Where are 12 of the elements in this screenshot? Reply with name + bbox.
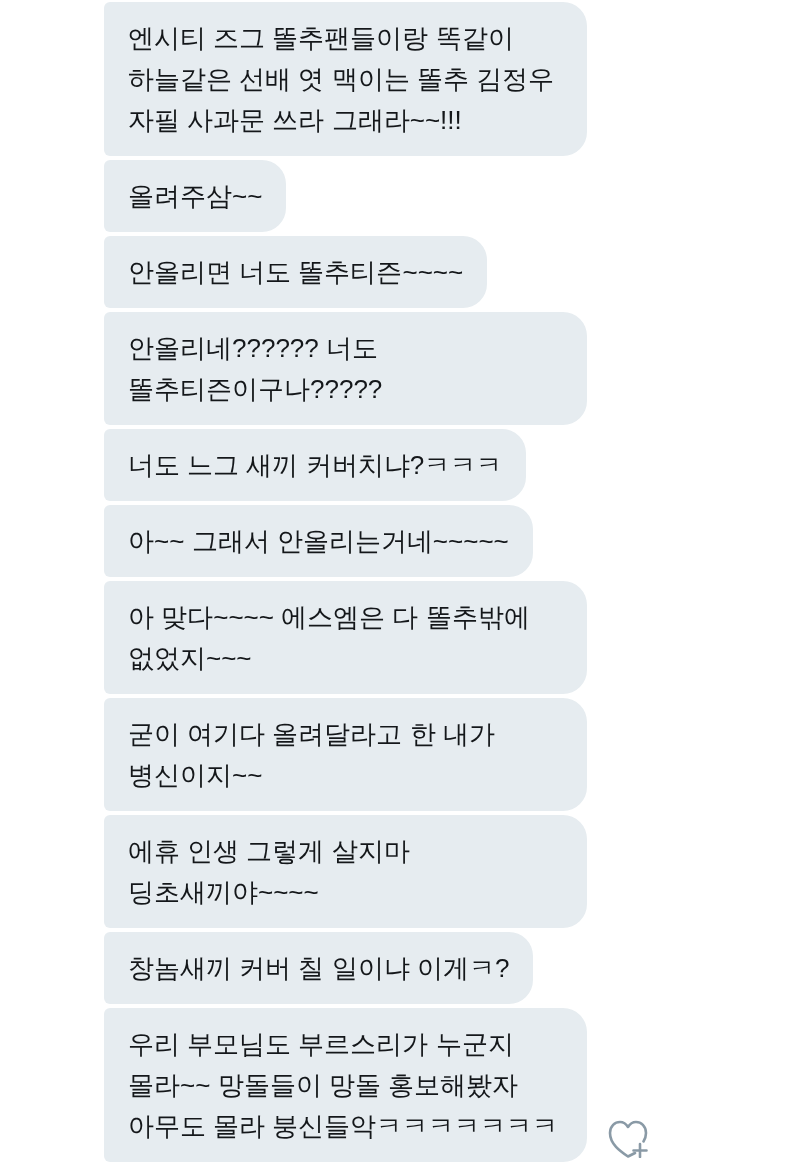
message-bubble: 올려주삼~~: [104, 160, 287, 232]
message-bubble: 우리 부모님도 부르스리가 누군지 몰라~~ 망돌들이 망돌 홍보해봤자 아무도 몰라 붕신들악ㅋㅋㅋㅋㅋㅋㅋ: [104, 1008, 587, 1162]
message-bubble: 엔시티 즈그 똘추팬들이랑 똑같이 하늘같은 선배 엿 맥이는 똘추 김정우 자필 사과문 쓰라 그래라~~!!!: [104, 2, 587, 156]
message-bubble: 안올리면 너도 똘추티즌~~~~: [104, 236, 488, 308]
message-bubble: 굳이 여기다 올려달라고 한 내가 병신이지~~: [104, 698, 587, 811]
message-bubble: 아 맞다~~~~ 에스엠은 다 똘추밖에 없었지~~~: [104, 581, 587, 694]
message-bubble: 창놈새끼 커버 칠 일이냐 이게ㅋ?: [104, 932, 534, 1004]
message-bubble: 아~~ 그래서 안올리는거네~~~~~: [104, 505, 533, 577]
heart-plus-icon[interactable]: [608, 1120, 648, 1158]
message-bubble: 에휴 인생 그렇게 살지마 딩초새끼야~~~~: [104, 815, 587, 928]
message-bubble: 안올리네?????? 너도 똘추티즌이구나?????: [104, 312, 587, 425]
message-bubble: 너도 느그 새끼 커버치냐?ㅋㅋㅋ: [104, 429, 527, 501]
